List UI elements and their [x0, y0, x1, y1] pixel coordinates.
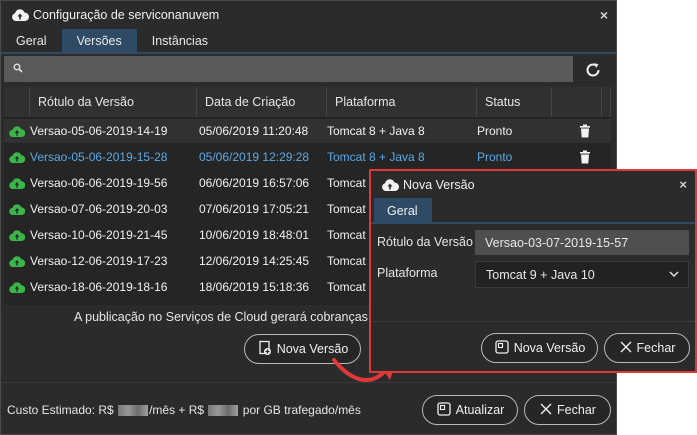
cell-label: Versao-18-06-2019-18-16 [30, 280, 168, 294]
tab-instancias[interactable]: Instâncias [137, 29, 223, 54]
new-document-icon [257, 340, 273, 359]
cell-date: 07/06/2019 17:05:21 [199, 202, 310, 216]
dialog-divider [371, 321, 695, 322]
cell-label: Versao-10-06-2019-21-45 [30, 228, 168, 242]
cell-date: 12/06/2019 14:25:45 [199, 254, 310, 268]
cell-date: 06/06/2019 16:57:06 [199, 176, 310, 190]
dialog-title-bar: Nova Versão × [371, 171, 695, 199]
cell-label: Versao-05-06-2019-14-19 [30, 124, 168, 138]
cloud-upload-icon [4, 119, 30, 143]
dialog-close-button[interactable]: Fechar [604, 333, 690, 363]
platform-caption: Plataforma [377, 266, 438, 280]
cloud-upload-icon [4, 249, 30, 273]
new-version-button[interactable]: Nova Versão [244, 334, 361, 364]
tab-versoes[interactable]: Versões [61, 29, 137, 54]
header-icon-col [4, 87, 30, 117]
table-header: Rótulo da Versão Data de Criação Platafo… [4, 87, 611, 117]
header-actions-col [552, 87, 602, 117]
cell-label: Versao-12-06-2019-17-23 [30, 254, 168, 268]
dialog-tab-bar: Geral [371, 198, 695, 224]
dialog-close-icon[interactable]: × [679, 177, 687, 192]
cloud-upload-icon [4, 171, 30, 195]
dialog-tab-geral[interactable]: Geral [374, 198, 432, 224]
cloud-upload-icon [4, 197, 30, 221]
title-bar: Configuração de serviconanuvem × [1, 1, 616, 29]
cell-date: 05/06/2019 12:29:28 [199, 150, 310, 164]
cloud-upload-icon [4, 145, 30, 169]
cell-label: Versao-26-06-2019-13-29 [30, 301, 197, 305]
close-x-icon [619, 340, 633, 357]
tab-geral[interactable]: Geral [1, 29, 62, 54]
cloud-upload-icon [4, 275, 30, 299]
cell-date: 10/06/2019 18:48:01 [199, 228, 310, 242]
update-icon [436, 401, 452, 420]
cell-platform: Tomcat 8 + Java 8 [327, 124, 425, 138]
version-label-caption: Rótulo da Versão [377, 235, 473, 249]
cloud-upload-icon [381, 178, 399, 192]
platform-select[interactable]: Tomcat 9 + Java 10 [475, 261, 689, 288]
header-status[interactable]: Status [477, 87, 552, 117]
redacted-value [118, 404, 149, 416]
cost-per-gb: por GB trafegado/mês [242, 403, 361, 417]
cell-date: 05/06/2019 11:20:48 [199, 124, 309, 138]
dialog-close-label: Fechar [636, 341, 676, 355]
trash-icon[interactable] [569, 145, 601, 169]
chevron-down-icon [668, 268, 680, 283]
cell-status: Pronto [477, 124, 513, 138]
cell-date: 18/06/2019 15:18:36 [199, 280, 310, 294]
refresh-icon[interactable] [581, 58, 605, 82]
dialog-title: Nova Versão [403, 178, 475, 192]
cell-label: Versao-05-06-2019-15-28 [30, 150, 168, 164]
header-rotulo[interactable]: Rótulo da Versão [30, 87, 197, 117]
new-version-label: Nova Versão [276, 342, 349, 356]
cost-per-month: /mês + R$ [149, 403, 205, 417]
cost-prefix: Custo Estimado: [7, 403, 96, 417]
window-title: Configuração de serviconanuvem [33, 8, 220, 22]
table-row[interactable]: Versao-05-06-2019-14-19 05/06/2019 11:20:… [4, 119, 611, 143]
close-button[interactable]: Fechar [524, 395, 611, 425]
cell-date: 26/06/2019 10:31:08 [197, 301, 327, 305]
trash-icon[interactable] [569, 119, 601, 143]
cell-status: Pronto [477, 150, 513, 164]
cloud-upload-icon [4, 223, 30, 247]
close-icon[interactable]: × [600, 7, 608, 23]
close-x-icon [539, 402, 553, 419]
dialog-new-version-button[interactable]: Nova Versão [481, 333, 598, 363]
update-button[interactable]: Atualizar [422, 395, 518, 425]
header-scroll-col [602, 87, 611, 117]
cloud-upload-icon [4, 301, 30, 305]
estimated-cost: Custo Estimado: R$ /mês + R$ por GB traf… [7, 403, 361, 417]
cost-currency: R$ [98, 403, 114, 417]
table-row[interactable]: Versao-05-06-2019-15-28 05/06/2019 12:29:… [4, 145, 611, 169]
tab-bar: Geral Versões Instâncias [1, 29, 616, 54]
update-label: Atualizar [455, 403, 505, 417]
search-input[interactable] [27, 62, 573, 76]
redacted-value [208, 404, 239, 416]
footer-divider [1, 382, 616, 383]
cell-platform: Tomcat 8 + Java 8 [327, 150, 425, 164]
cell-label: Versao-07-06-2019-20-03 [30, 202, 168, 216]
version-label-input[interactable] [475, 230, 689, 255]
new-version-dialog: Nova Versão × Geral Rótulo da Versão Pla… [369, 169, 697, 373]
close-label: Fechar [557, 403, 596, 417]
search-bar [4, 56, 573, 82]
platform-selected-value: Tomcat 9 + Java 10 [486, 267, 595, 282]
header-data[interactable]: Data de Criação [197, 87, 327, 117]
search-icon [13, 62, 23, 76]
billing-notice: A publicação no Serviços de Cloud gerará… [74, 310, 385, 324]
dialog-new-version-label: Nova Versão [513, 341, 586, 355]
new-version-icon [494, 339, 510, 358]
header-plataforma[interactable]: Plataforma [327, 87, 477, 117]
cell-label: Versao-06-06-2019-19-56 [30, 176, 168, 190]
cloud-upload-icon [11, 8, 29, 22]
